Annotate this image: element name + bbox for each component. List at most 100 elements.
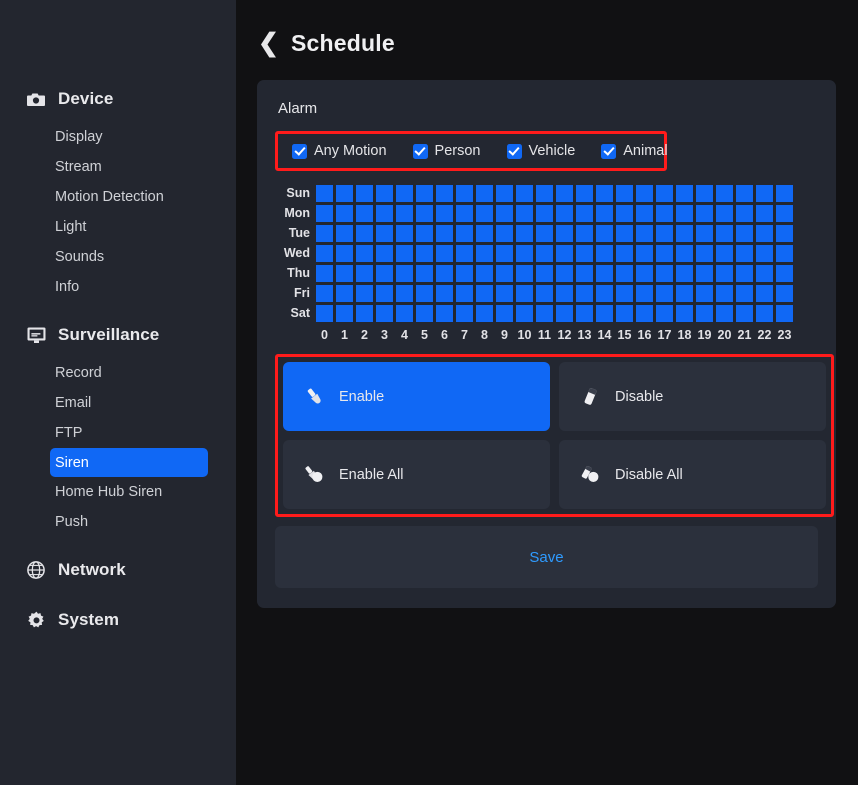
sidebar-item-sounds[interactable]: Sounds — [55, 242, 208, 272]
schedule-cell[interactable] — [356, 265, 373, 282]
schedule-cell[interactable] — [376, 285, 393, 302]
schedule-cell[interactable] — [396, 245, 413, 262]
schedule-cell[interactable] — [336, 245, 353, 262]
schedule-cell[interactable] — [556, 285, 573, 302]
schedule-cell[interactable] — [316, 285, 333, 302]
schedule-cell[interactable] — [576, 185, 593, 202]
schedule-row[interactable] — [316, 205, 796, 222]
schedule-cell[interactable] — [436, 245, 453, 262]
schedule-cell[interactable] — [696, 225, 713, 242]
schedule-cell[interactable] — [656, 265, 673, 282]
schedule-cell[interactable] — [356, 185, 373, 202]
schedule-cell[interactable] — [556, 245, 573, 262]
schedule-cell[interactable] — [376, 305, 393, 322]
schedule-cell[interactable] — [656, 285, 673, 302]
schedule-cell[interactable] — [736, 305, 753, 322]
schedule-cell[interactable] — [756, 305, 773, 322]
schedule-cell[interactable] — [456, 285, 473, 302]
sidebar-item-motion-detection[interactable]: Motion Detection — [55, 182, 208, 212]
schedule-cell[interactable] — [536, 185, 553, 202]
schedule-cell[interactable] — [756, 205, 773, 222]
schedule-cell[interactable] — [516, 265, 533, 282]
schedule-cell[interactable] — [456, 245, 473, 262]
sidebar-group-system[interactable]: System — [0, 603, 236, 637]
grid-rows[interactable] — [316, 185, 796, 325]
schedule-cell[interactable] — [656, 305, 673, 322]
schedule-cell[interactable] — [676, 265, 693, 282]
schedule-cell[interactable] — [316, 225, 333, 242]
schedule-cell[interactable] — [456, 305, 473, 322]
disable-all-button[interactable]: Disable All — [559, 440, 826, 509]
schedule-cell[interactable] — [716, 225, 733, 242]
schedule-cell[interactable] — [536, 285, 553, 302]
schedule-cell[interactable] — [356, 225, 373, 242]
schedule-cell[interactable] — [736, 205, 753, 222]
schedule-cell[interactable] — [616, 305, 633, 322]
schedule-cell[interactable] — [396, 225, 413, 242]
schedule-cell[interactable] — [616, 185, 633, 202]
sidebar-item-ftp[interactable]: FTP — [55, 418, 208, 448]
sidebar-item-siren[interactable]: Siren — [50, 448, 208, 477]
schedule-cell[interactable] — [636, 285, 653, 302]
schedule-cell[interactable] — [476, 225, 493, 242]
schedule-cell[interactable] — [696, 205, 713, 222]
schedule-cell[interactable] — [616, 245, 633, 262]
schedule-cell[interactable] — [516, 305, 533, 322]
schedule-cell[interactable] — [556, 305, 573, 322]
schedule-cell[interactable] — [516, 245, 533, 262]
schedule-cell[interactable] — [736, 285, 753, 302]
schedule-cell[interactable] — [496, 245, 513, 262]
schedule-cell[interactable] — [776, 245, 793, 262]
schedule-cell[interactable] — [436, 185, 453, 202]
enable-all-button[interactable]: Enable All — [283, 440, 550, 509]
schedule-cell[interactable] — [516, 205, 533, 222]
schedule-row[interactable] — [316, 285, 796, 302]
schedule-cell[interactable] — [776, 265, 793, 282]
schedule-cell[interactable] — [736, 265, 753, 282]
schedule-cell[interactable] — [336, 205, 353, 222]
schedule-cell[interactable] — [416, 225, 433, 242]
schedule-cell[interactable] — [316, 265, 333, 282]
sidebar-item-home-hub-siren[interactable]: Home Hub Siren — [55, 477, 208, 507]
schedule-cell[interactable] — [556, 225, 573, 242]
schedule-cell[interactable] — [616, 225, 633, 242]
schedule-cell[interactable] — [316, 245, 333, 262]
schedule-cell[interactable] — [676, 225, 693, 242]
schedule-cell[interactable] — [496, 205, 513, 222]
schedule-cell[interactable] — [336, 185, 353, 202]
schedule-cell[interactable] — [696, 305, 713, 322]
checkbox-vehicle[interactable]: Vehicle — [506, 143, 575, 159]
schedule-cell[interactable] — [776, 225, 793, 242]
enable-button[interactable]: Enable — [283, 362, 550, 431]
schedule-cell[interactable] — [476, 245, 493, 262]
save-button[interactable]: Save — [275, 526, 818, 588]
schedule-row[interactable] — [316, 245, 796, 262]
schedule-cell[interactable] — [556, 205, 573, 222]
schedule-cell[interactable] — [696, 265, 713, 282]
schedule-cell[interactable] — [496, 285, 513, 302]
schedule-cell[interactable] — [476, 285, 493, 302]
schedule-cell[interactable] — [576, 245, 593, 262]
schedule-cell[interactable] — [756, 265, 773, 282]
schedule-cell[interactable] — [756, 285, 773, 302]
schedule-cell[interactable] — [576, 265, 593, 282]
schedule-cell[interactable] — [636, 265, 653, 282]
schedule-cell[interactable] — [716, 305, 733, 322]
schedule-cell[interactable] — [636, 185, 653, 202]
schedule-row[interactable] — [316, 265, 796, 282]
schedule-cell[interactable] — [376, 185, 393, 202]
schedule-cell[interactable] — [596, 265, 613, 282]
schedule-cell[interactable] — [596, 225, 613, 242]
schedule-cell[interactable] — [396, 205, 413, 222]
schedule-cell[interactable] — [736, 225, 753, 242]
schedule-cell[interactable] — [476, 305, 493, 322]
schedule-cell[interactable] — [436, 265, 453, 282]
schedule-cell[interactable] — [376, 205, 393, 222]
schedule-cell[interactable] — [336, 265, 353, 282]
schedule-cell[interactable] — [356, 285, 373, 302]
schedule-cell[interactable] — [536, 305, 553, 322]
schedule-cell[interactable] — [776, 285, 793, 302]
chevron-left-icon[interactable]: ❮ — [258, 30, 279, 56]
schedule-cell[interactable] — [436, 205, 453, 222]
schedule-cell[interactable] — [316, 305, 333, 322]
